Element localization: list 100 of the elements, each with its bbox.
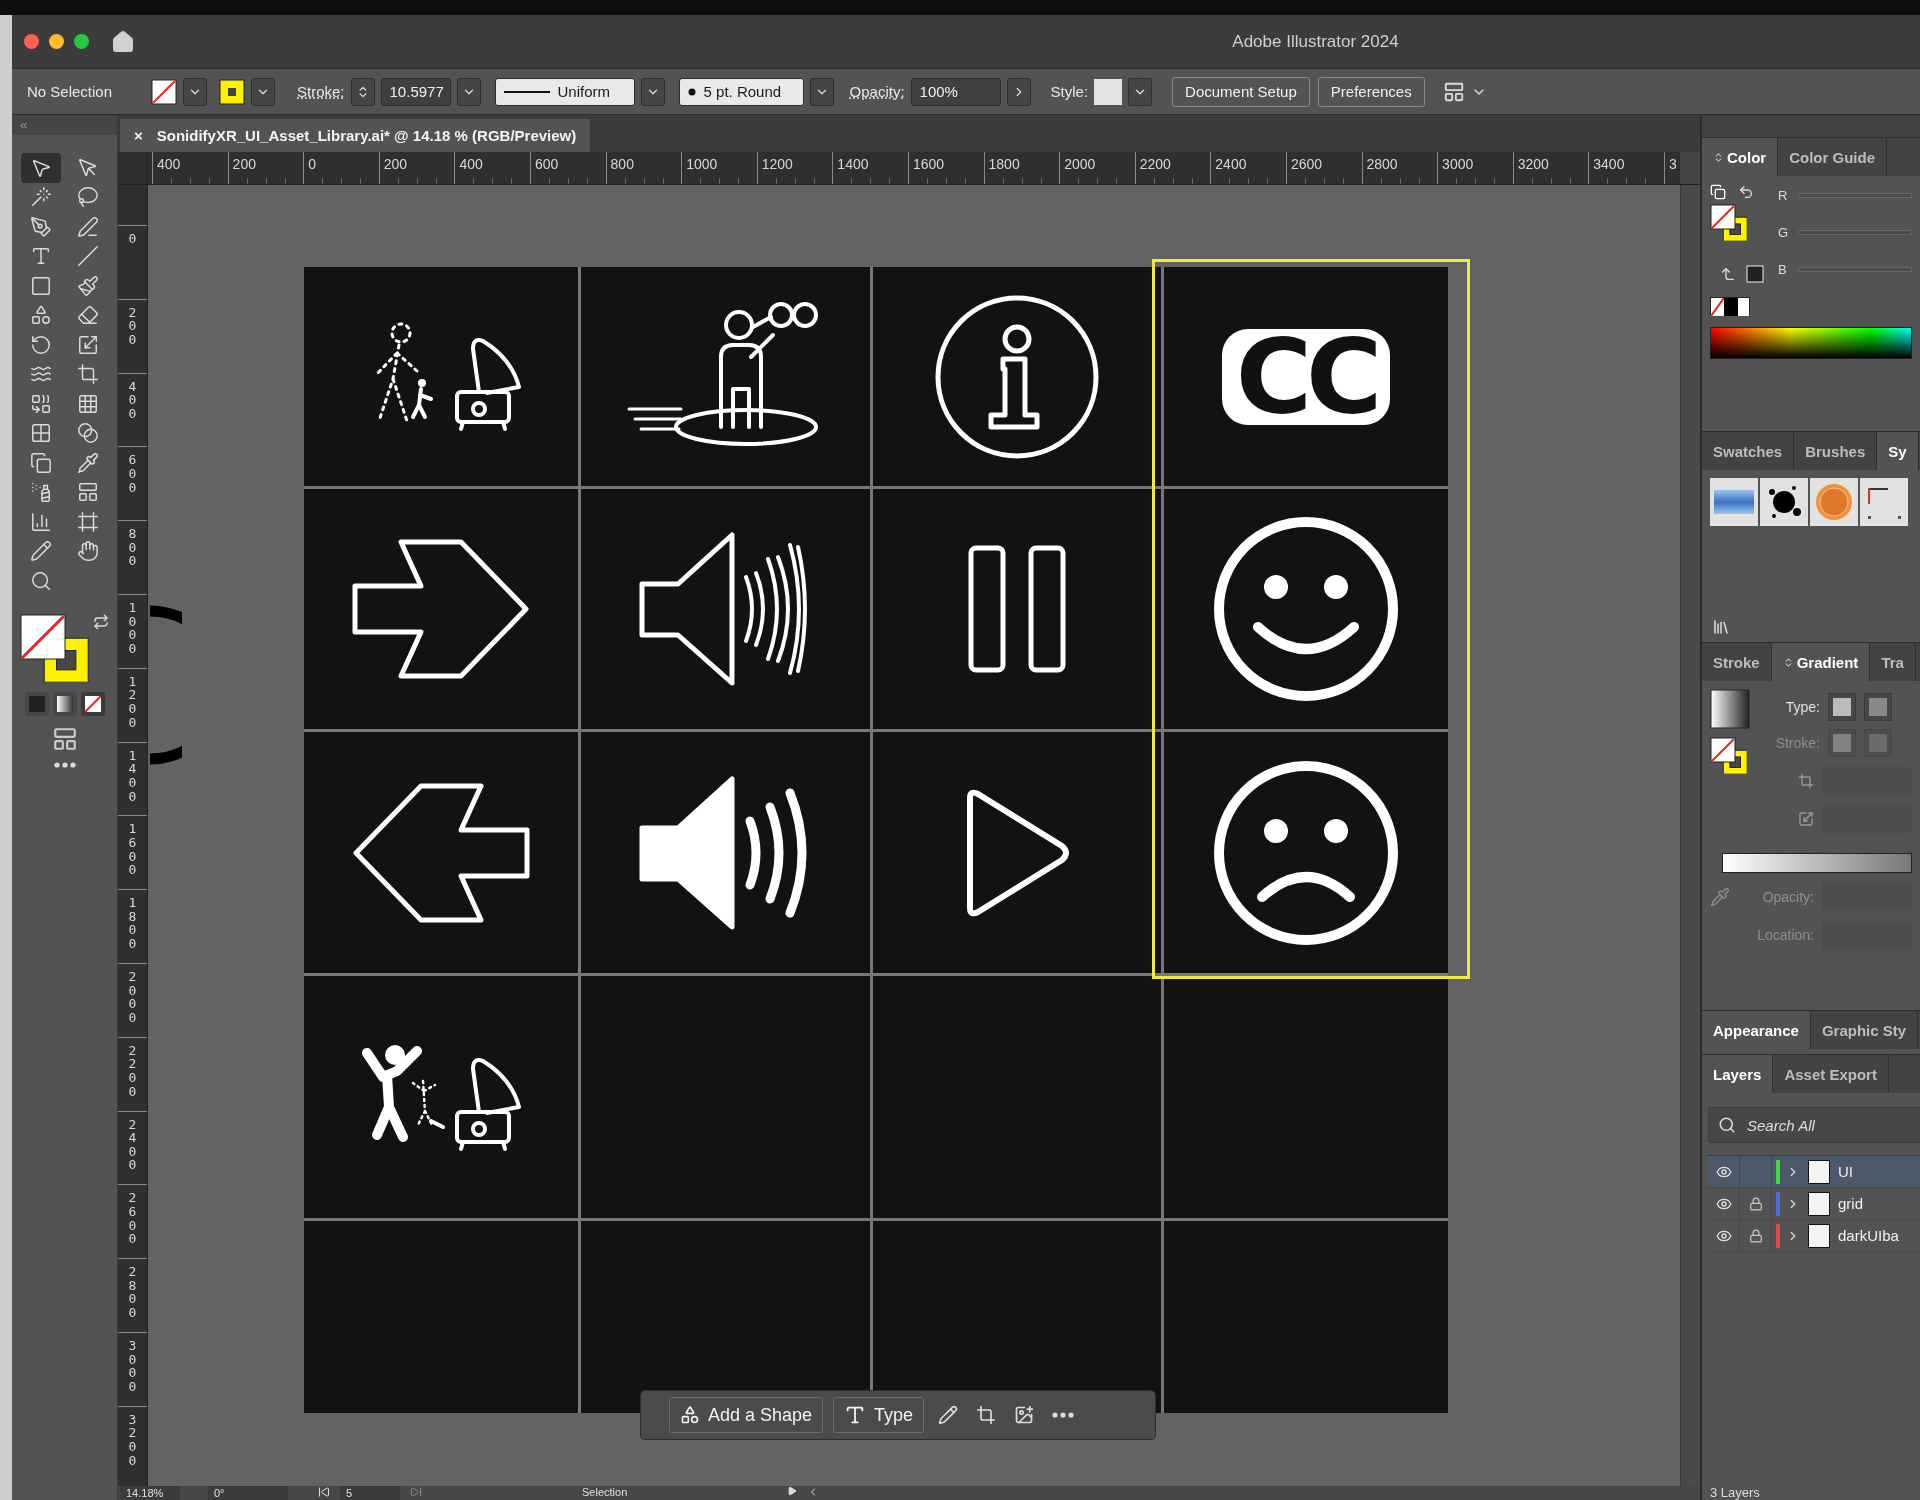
- ruler-label: 3200: [1517, 156, 1549, 172]
- gradient-field-label: Opacity:: [1761, 889, 1814, 905]
- ruler-label: 1200: [128, 674, 137, 732]
- symbol-thumbnail[interactable]: [1860, 478, 1908, 526]
- fill-none-swatch[interactable]: [151, 78, 177, 105]
- libraries-icon[interactable]: [1712, 618, 1730, 636]
- rotation-field[interactable]: 0°: [208, 1486, 288, 1500]
- control-button[interactable]: Document Setup: [1172, 76, 1310, 107]
- ruler-label: 400: [157, 156, 181, 172]
- more-icon[interactable]: [53, 761, 76, 768]
- pencil-icon: [30, 540, 52, 563]
- more-icon: [1052, 1412, 1075, 1418]
- ruler-label: 3000: [128, 1338, 137, 1396]
- channel-label: B: [1778, 262, 1788, 277]
- gradient-swatch[interactable]: [1710, 689, 1750, 729]
- home-icon[interactable]: [111, 29, 135, 54]
- dropdown-button[interactable]: [640, 77, 665, 106]
- eraser-icon: [77, 304, 99, 327]
- layer-row[interactable]: grid: [1708, 1188, 1920, 1220]
- layer-thumbnail: [1808, 1159, 1830, 1184]
- layers-search-field[interactable]: Search All: [1708, 1107, 1920, 1143]
- fill-stroke-swatches[interactable]: [1710, 737, 1748, 775]
- channel-label: G: [1778, 225, 1788, 240]
- dropdown-button[interactable]: [251, 77, 275, 106]
- selection-tool-button[interactable]: [21, 153, 61, 183]
- layer-row[interactable]: darkUIba: [1708, 1220, 1920, 1252]
- close-tab-button[interactable]: ×: [134, 127, 143, 144]
- graphic-style-swatch[interactable]: [1094, 78, 1123, 105]
- bar-chart-icon: [30, 510, 52, 533]
- color-swatch[interactable]: [1746, 265, 1764, 284]
- opacity-field[interactable]: 100%: [910, 77, 1001, 106]
- panel-tab[interactable]: Sy: [1877, 432, 1919, 470]
- symbol-thumbnail[interactable]: [1810, 478, 1858, 526]
- ruler-label: 2000: [128, 969, 137, 1027]
- ruler-label: 800: [610, 156, 634, 172]
- gradient-option-button[interactable]: [1828, 693, 1856, 721]
- dot-icon: [687, 87, 696, 96]
- first-artboard-icon[interactable]: [318, 1486, 330, 1498]
- brush-field[interactable]: 5 pt. Round: [678, 77, 804, 106]
- dropdown-button[interactable]: [1128, 77, 1153, 106]
- ruler-label: 2200: [128, 1043, 137, 1101]
- last-artboard-icon[interactable]: [410, 1486, 422, 1498]
- ruler-label: 200: [128, 305, 137, 350]
- stroke-weight-field[interactable]: 10.5977: [380, 77, 451, 106]
- pencil-icon: [938, 1405, 959, 1425]
- swap-icon[interactable]: [1738, 184, 1754, 200]
- none-mode-button[interactable]: [80, 691, 105, 716]
- layer-name: grid: [1838, 1195, 1863, 1212]
- stroke-color-swatch[interactable]: [219, 78, 245, 105]
- symbol-thumbnail[interactable]: [1760, 478, 1808, 526]
- close-window-button[interactable]: [24, 34, 39, 49]
- ruler-label: 1600: [128, 822, 137, 880]
- gradient-icon: [77, 422, 99, 445]
- play-icon[interactable]: [787, 1486, 798, 1496]
- ruler-label: 600: [128, 453, 137, 497]
- document-tab[interactable]: × SonidifyXR_UI_Asset_Library.ai* @ 14.18 % (RGB/Preview): [120, 119, 591, 152]
- add-shape-button[interactable]: Add a Shape: [669, 1397, 824, 1433]
- fill-stroke-swatches[interactable]: [20, 613, 89, 682]
- minimize-window-button[interactable]: [49, 34, 64, 49]
- color-mode-button[interactable]: [24, 691, 49, 716]
- transform-icon: [77, 363, 99, 386]
- rectangle-icon: [30, 274, 52, 297]
- slider-button[interactable]: [1006, 77, 1031, 106]
- panel-tab[interactable]: Gradient: [1771, 643, 1871, 681]
- zoom-icon: [30, 569, 52, 592]
- ruler-label: 1000: [686, 156, 718, 172]
- lock-icon[interactable]: [1748, 1228, 1763, 1243]
- symbol-thumbnail[interactable]: [1710, 478, 1758, 526]
- panel-tab[interactable]: Color: [1702, 138, 1779, 176]
- control-button[interactable]: Preferences: [1317, 76, 1425, 107]
- lock-icon[interactable]: [1748, 1196, 1763, 1211]
- artboard-number-field[interactable]: 5: [340, 1486, 400, 1500]
- ruler-label: 0: [128, 232, 137, 248]
- panel-tab[interactable]: Layers: [1702, 1055, 1774, 1093]
- zoom-field[interactable]: 14.18%: [120, 1486, 180, 1500]
- dropdown-button[interactable]: [809, 77, 834, 106]
- scale-icon: [77, 333, 99, 356]
- dropdown-button[interactable]: [183, 77, 207, 106]
- ruler-label: 1600: [912, 156, 945, 172]
- layer-row[interactable]: UI: [1708, 1156, 1920, 1188]
- ruler-label: 2800: [1366, 156, 1398, 172]
- layer-name: darkUIba: [1838, 1227, 1899, 1244]
- fill-stroke-swatches[interactable]: [1710, 204, 1748, 242]
- dropdown-button[interactable]: [456, 77, 481, 106]
- ruler-label: 2400: [128, 1117, 137, 1175]
- type-button[interactable]: Type: [833, 1397, 925, 1433]
- pause-icon: [967, 544, 1067, 674]
- stroke-profile-field[interactable]: Uniform: [494, 77, 635, 106]
- gradient-option-button[interactable]: [1864, 693, 1892, 721]
- quick-swatches[interactable]: [1710, 297, 1750, 316]
- swap-icon[interactable]: [92, 613, 109, 630]
- color-spectrum[interactable]: [1710, 327, 1912, 360]
- ruler-label: 1200: [761, 156, 793, 172]
- maximize-window-button[interactable]: [74, 34, 89, 49]
- ruler-label: 1400: [837, 156, 869, 172]
- gradient-mode-button[interactable]: [52, 691, 77, 716]
- panel-tab[interactable]: Appearance: [1702, 1011, 1811, 1049]
- selection-label: No Selection: [27, 83, 114, 100]
- stepper-button[interactable]: [350, 77, 375, 106]
- layer-name: UI: [1838, 1163, 1853, 1180]
